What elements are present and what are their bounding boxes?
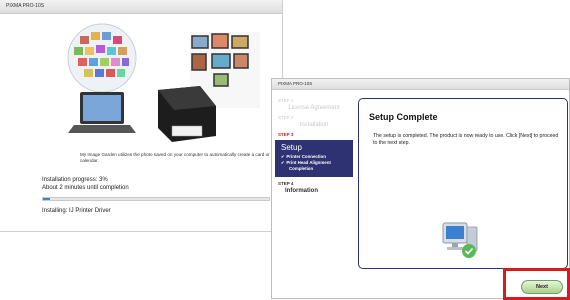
progress-text: Installation progress: 3% About 2 minute… [42, 177, 129, 192]
setup-titlebar: PIXMA PRO-10S [272, 79, 569, 90]
step-2-title: Installation [299, 122, 329, 128]
installer-titlebar: PIXMA PRO-10S [0, 0, 282, 14]
checkmark-icon: ✔ [281, 160, 285, 165]
step-3-number: STEP 3 [278, 132, 294, 137]
step-3-title: Setup [281, 143, 302, 152]
step-1-title: License Agreement [288, 105, 340, 111]
substep-completion: Completion [289, 166, 314, 171]
install-status: Installing: IJ Printer Driver [42, 208, 111, 214]
progress-label: Installation progress: 3% [42, 177, 108, 183]
page-title: Setup Complete [369, 112, 438, 122]
next-button[interactable]: Next [521, 280, 563, 294]
setup-message: The setup is completed. The product is n… [373, 133, 559, 146]
step-2-number: STEP 2 [278, 115, 294, 120]
progress-fill [43, 198, 50, 200]
substep-list: ✔ Printer Connection ✔ Print Head Alignmen… [281, 154, 349, 172]
time-remaining: About 2 minutes until completion [42, 184, 129, 191]
content-panel: Setup Complete The setup is completed. T… [358, 98, 568, 269]
step-1-number: STEP 1 [278, 98, 294, 103]
computer-icon [442, 222, 478, 258]
my-image-garden-illustration [67, 23, 260, 142]
laptop-icon [68, 92, 136, 133]
step-4-number: STEP 4 [278, 181, 294, 186]
progress-bar [42, 197, 270, 201]
step-4-title: Information [285, 188, 318, 194]
step-sidebar: STEP 1 License Agreement STEP 2 Installa… [275, 94, 353, 274]
promo-caption: My Image Garden utilizes the photo saved… [80, 152, 270, 163]
installer-window: PIXMA PRO-10S My Image Garden utilizes t… [0, 0, 283, 232]
checkmark-icon: ✔ [281, 154, 285, 159]
setup-window: PIXMA PRO-10S STEP 1 License Agreement S… [271, 78, 570, 300]
active-step-setup: Setup ✔ Printer Connection ✔ Print Head Al… [275, 140, 353, 177]
